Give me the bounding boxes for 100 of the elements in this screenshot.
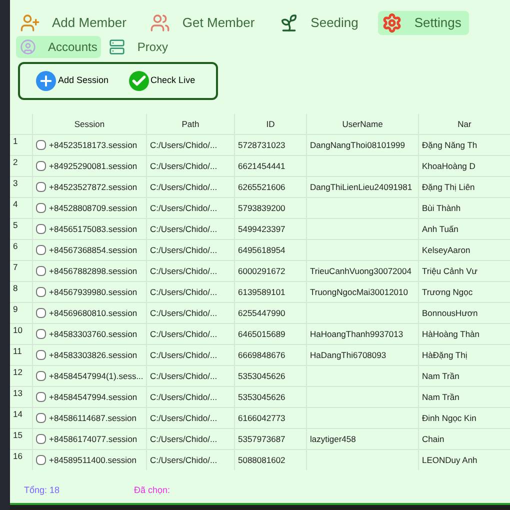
plus-icon (36, 71, 56, 91)
table-cell: +84589511400.session (49, 454, 137, 466)
table-cell: +84565175083.session (49, 222, 138, 236)
table-cell: Đặng Năng Th (422, 138, 478, 152)
table-cell: +84584547994(1).sess... (49, 370, 144, 382)
table-cell: +84583303760.session (49, 328, 138, 340)
row-number: 1 (12, 135, 19, 148)
table-cell: C:/Users/Chido/... (150, 454, 218, 466)
nav-tab[interactable]: Get Member (146, 11, 263, 35)
row-number: 7 (12, 261, 19, 274)
table-cell: C:/Users/Chido/... (150, 390, 218, 404)
table-cell: 5353045626 (238, 390, 286, 404)
row-checkbox[interactable] (36, 350, 46, 360)
table-cell: +84523527872.session (49, 180, 138, 194)
nav-tab[interactable]: Seeding (274, 11, 366, 35)
row-number: 9 (12, 303, 19, 316)
table-cell: 5357973687 (238, 432, 286, 446)
table-cell: Đinh Ngọc Kin (422, 412, 476, 424)
table-cell: +84925290081.session (49, 160, 138, 172)
row-number: 14 (12, 408, 24, 421)
check-icon (128, 71, 149, 91)
table-cell: Nam Trần (422, 370, 460, 382)
table-cell: +84523518173.session (49, 138, 138, 152)
row-number: 3 (12, 177, 19, 190)
row-number: 4 (12, 198, 19, 211)
table-cell: HaDangThi6708093 (310, 348, 386, 362)
table-cell: KhoaHoàng D (422, 160, 476, 172)
row-checkbox[interactable] (36, 434, 46, 444)
table-cell: +84569680810.session (49, 306, 138, 320)
table-cell: Triệu Cảnh Vư (422, 264, 478, 278)
table-cell: +84586114687.session (49, 412, 137, 424)
table-cell: C:/Users/Chido/... (150, 306, 218, 320)
table-cell: Trương Ngọc (422, 286, 473, 298)
row-number: 10 (12, 324, 24, 337)
sprout-icon (278, 13, 299, 33)
table-cell: Nam Trần (422, 390, 460, 404)
table-cell: C:/Users/Chido/... (150, 222, 218, 236)
table-cell: 6265521606 (238, 180, 286, 194)
table-cell: 6255447990 (238, 306, 286, 320)
table-cell: Anh Tuấn (422, 222, 458, 236)
row-checkbox[interactable] (36, 329, 46, 339)
table-cell: 6139589101 (238, 286, 286, 298)
nav-tab[interactable]: Settings (378, 11, 470, 35)
table-cell: +84567882898.session (49, 264, 138, 278)
table-cell: BonnousHươn (422, 306, 478, 320)
row-number: 16 (12, 450, 24, 463)
table-cell: HàĐặng Thị (422, 348, 468, 362)
table-cell: C:/Users/Chido/... (150, 160, 218, 172)
table-cell: Đặng Thị Liên (422, 180, 475, 194)
row-number: 13 (12, 387, 24, 400)
table-cell: C:/Users/Chido/... (150, 202, 218, 214)
user-plus-icon (20, 13, 40, 33)
table-cell: Bùi Thành (422, 202, 461, 214)
table-cell: C:/Users/Chido/... (150, 180, 218, 194)
table-cell: +84528808709.session (49, 202, 138, 214)
row-checkbox[interactable] (36, 413, 46, 423)
row-checkbox[interactable] (36, 161, 46, 171)
action-button[interactable]: Check Live (128, 71, 196, 91)
table-cell: 6495618954 (238, 244, 286, 256)
table-cell: 6465015689 (238, 328, 286, 340)
row-checkbox[interactable] (36, 308, 46, 318)
table-cell: TrieuCanhVuong30072004 (310, 264, 412, 278)
table-cell: 6669848676 (238, 348, 286, 362)
table-cell: HàHoàng Thàn (422, 328, 480, 340)
user-icon (20, 39, 36, 55)
table-cell: +84567368854.session (49, 244, 138, 256)
row-number: 8 (12, 282, 19, 295)
table-cell: C:/Users/Chido/... (150, 412, 218, 424)
table-cell: C:/Users/Chido/... (150, 328, 218, 340)
row-checkbox[interactable] (36, 182, 46, 192)
row-number: 2 (12, 156, 19, 169)
column-header: ID (234, 114, 306, 134)
settings-icon (382, 13, 402, 33)
sub-tab[interactable]: Proxy (105, 36, 172, 58)
row-number: 15 (12, 429, 24, 442)
table-cell: +84584547994.session (49, 390, 138, 404)
row-checkbox[interactable] (36, 287, 46, 297)
table-cell: 5499423397 (238, 222, 286, 236)
table-cell: +84567939980.session (49, 286, 138, 298)
table-cell: Chain (422, 432, 444, 446)
table-cell: +84583303826.session (49, 348, 138, 362)
table-cell: KelseyAaron (422, 244, 470, 256)
row-checkbox[interactable] (36, 455, 46, 465)
table-cell: C:/Users/Chido/... (150, 370, 218, 382)
row-checkbox[interactable] (36, 371, 46, 381)
row-checkbox[interactable] (36, 392, 46, 402)
row-checkbox[interactable] (36, 203, 46, 213)
table-cell: C:/Users/Chido/... (150, 244, 218, 256)
row-checkbox[interactable] (36, 224, 46, 234)
table-cell: 6621454441 (238, 160, 286, 172)
table-cell: TruongNgocMai30012010 (310, 286, 408, 298)
row-checkbox[interactable] (36, 245, 46, 255)
nav-tab[interactable]: Add Member (16, 11, 134, 35)
row-checkbox[interactable] (36, 140, 46, 150)
total-count: Tổng: 18 (24, 484, 61, 497)
row-checkbox[interactable] (36, 266, 46, 276)
sub-tab[interactable]: Accounts (16, 36, 102, 58)
table-cell: +84586174077.session (49, 432, 138, 446)
column-header: Path (146, 114, 234, 134)
action-button[interactable]: Add Session (36, 71, 109, 91)
